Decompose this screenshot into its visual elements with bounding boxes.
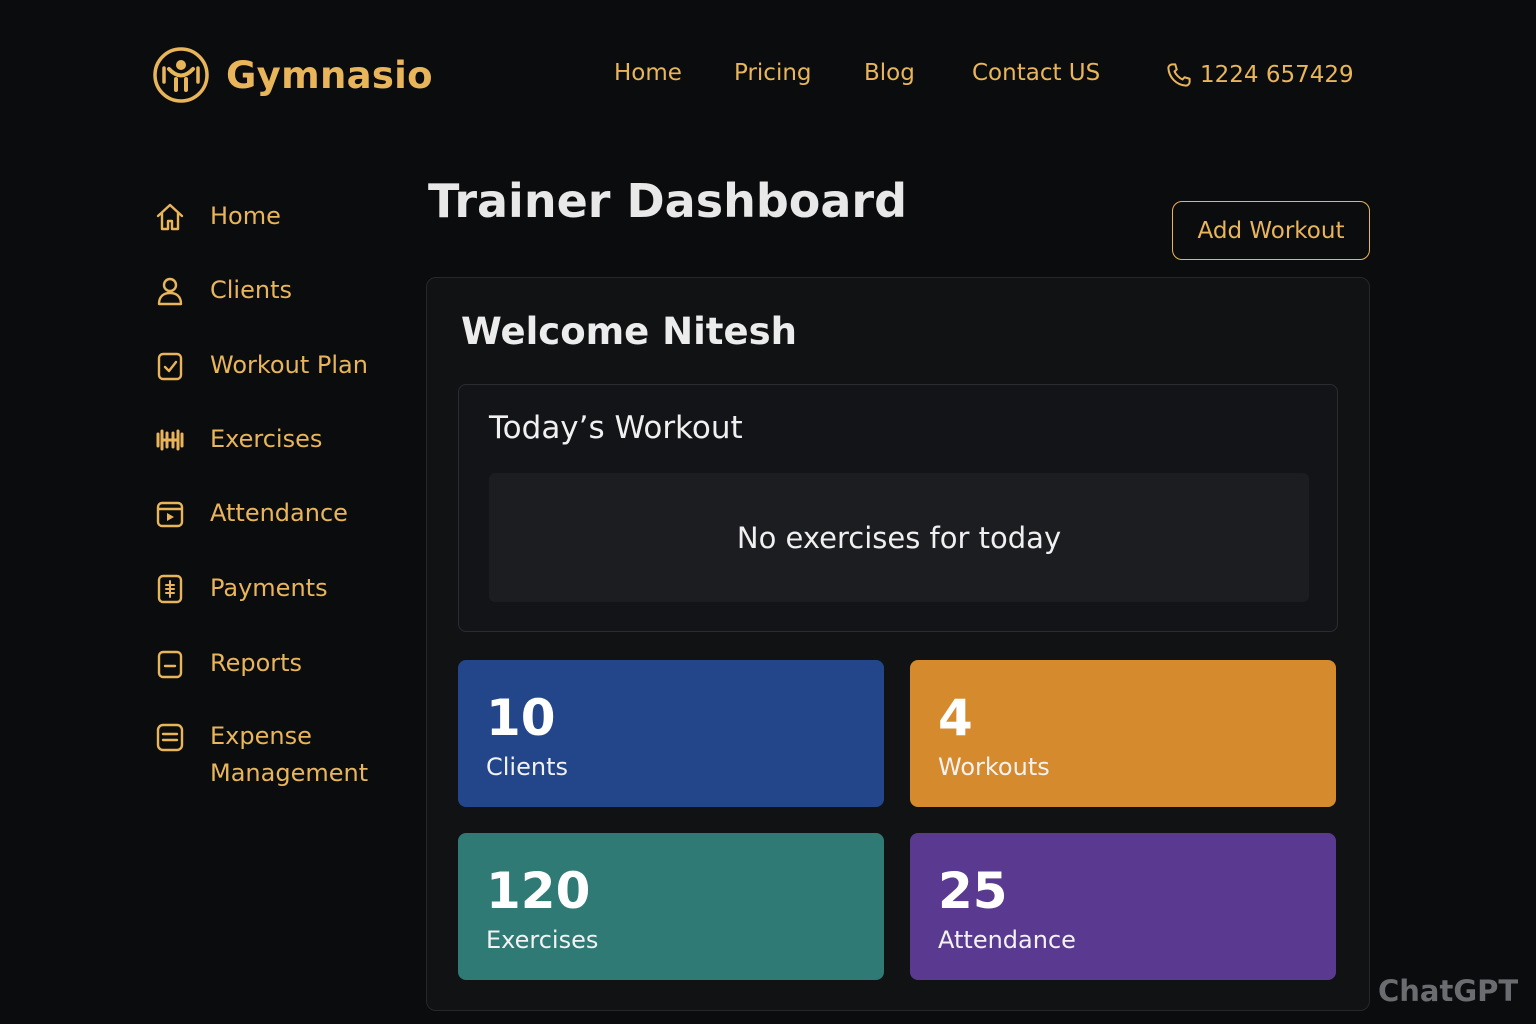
stat-label: Exercises [486,926,599,954]
sidebar-item-workout-plan[interactable]: Workout Plan [154,347,390,384]
sidebar-item-label: Clients [210,276,292,304]
stat-label: Workouts [938,753,1050,781]
stat-label: Clients [486,753,568,781]
add-workout-button[interactable]: Add Workout [1172,201,1370,260]
calendar-play-icon [154,498,186,530]
brand-logo[interactable]: Gymnasio [152,46,433,104]
page: Gymnasio Home Pricing Blog Contact US 12… [0,0,1536,1024]
sidebar-item-label: Payments [210,574,328,602]
home-icon [154,201,186,233]
sidebar-item-label: Home [210,202,281,230]
stat-value: 120 [486,862,591,920]
sidebar-item-reports[interactable]: Reports [154,645,390,682]
empty-state-text: No exercises for today [736,520,1062,555]
sidebar-item-payments[interactable]: Payments [154,570,390,607]
user-icon [154,275,186,307]
phone-number: 1224 657429 [1200,62,1354,88]
stat-card-attendance[interactable]: 25 Attendance [910,833,1336,980]
sidebar-item-clients[interactable]: Clients [154,272,390,309]
stat-card-exercises[interactable]: 120 Exercises [458,833,884,980]
brand-name: Gymnasio [226,53,433,97]
stat-value: 25 [938,862,1008,920]
report-icon [154,648,186,680]
nav-pricing[interactable]: Pricing [734,60,812,86]
sidebar-item-label: Exercises [210,425,323,453]
nav-contact[interactable]: Contact US [972,60,1100,86]
empty-state: No exercises for today [489,473,1309,602]
welcome-heading: Welcome Nitesh [461,310,797,353]
sidebar-item-label: Workout Plan [210,351,368,379]
stat-label: Attendance [938,926,1076,954]
expense-icon [154,721,186,753]
todays-workout-title: Today’s Workout [489,410,743,446]
stat-card-clients[interactable]: 10 Clients [458,660,884,807]
payment-icon [154,573,186,605]
sidebar-item-expense-management[interactable]: Expense Management [154,718,390,792]
clipboard-check-icon [154,350,186,382]
sidebar-item-home[interactable]: Home [154,198,390,235]
sidebar-item-attendance[interactable]: Attendance [154,495,390,532]
gym-logo-icon [153,47,209,103]
stat-value: 10 [486,689,556,747]
sidebar-item-exercises[interactable]: Exercises [154,421,390,458]
phone-link[interactable]: 1224 657429 [1164,60,1354,90]
sidebar-item-label: Reports [210,649,303,677]
sidebar-item-label: Expense Management [210,722,369,787]
page-title: Trainer Dashboard [428,174,908,228]
stat-card-workouts[interactable]: 4 Workouts [910,660,1336,807]
nav-blog[interactable]: Blog [864,60,915,86]
watermark: ChatGPT [1378,974,1519,1008]
nav-home[interactable]: Home [614,60,682,86]
phone-icon [1167,63,1191,87]
sidebar-item-label: Attendance [210,499,348,527]
stat-value: 4 [938,689,973,747]
dumbbell-icon [154,424,186,456]
